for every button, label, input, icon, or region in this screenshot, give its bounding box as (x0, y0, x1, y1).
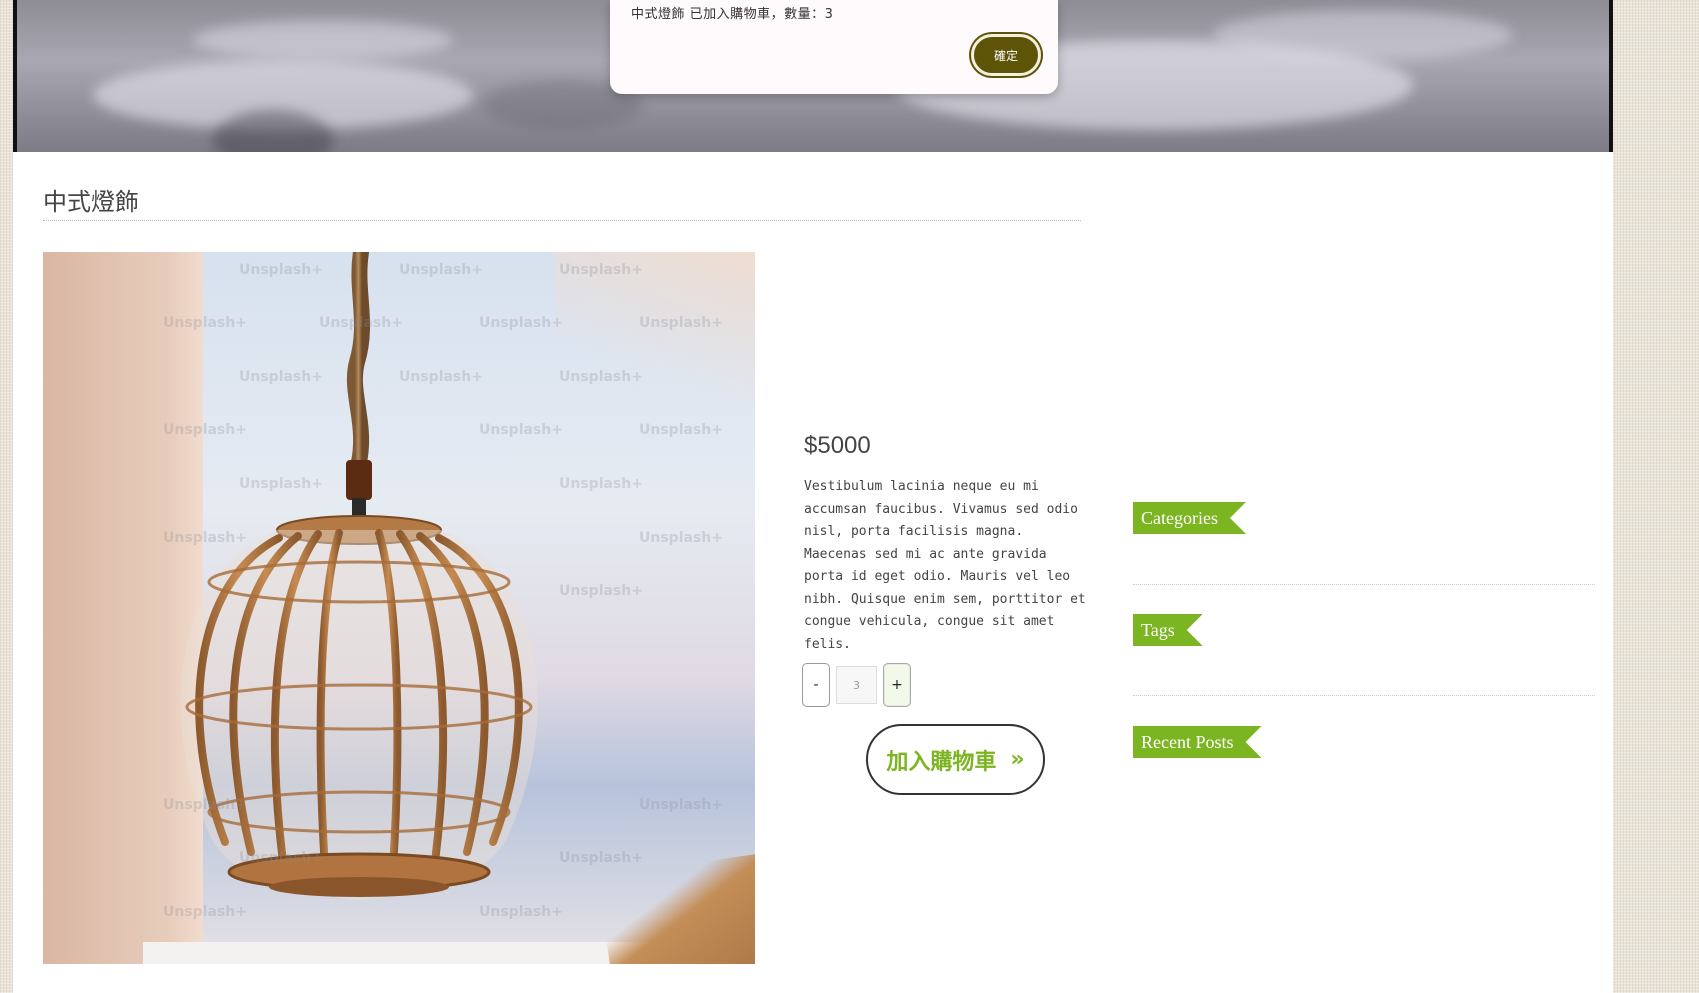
quantity-input[interactable] (836, 666, 877, 704)
quantity-increase-button[interactable]: + (883, 663, 911, 707)
add-to-cart-button[interactable]: 加入購物車 » (866, 724, 1045, 795)
added-to-cart-dialog: 中式燈飾 已加入購物車，數量：3 確定 (610, 0, 1058, 94)
title-divider (43, 220, 1081, 221)
double-chevron-right-icon: » (1010, 747, 1025, 772)
sidebar-recent-posts-heading: Recent Posts (1133, 726, 1262, 758)
page: 中式燈飾 Unsplash+ Unsplash+ Unsplash+ Unspl… (13, 0, 1613, 993)
add-to-cart-label: 加入購物車 (886, 749, 997, 775)
sidebar-divider (1133, 584, 1595, 585)
quantity-decrease-button[interactable]: - (802, 663, 830, 707)
sidebar-tags-heading: Tags (1133, 614, 1203, 646)
sidebar-categories-heading: Categories (1133, 502, 1246, 534)
product-description: Vestibulum lacinia neque eu mi accumsan … (804, 479, 1086, 652)
quantity-stepper: - + (802, 662, 911, 708)
product-image: Unsplash+ Unsplash+ Unsplash+ Unsplash+ … (43, 252, 755, 964)
lantern-illustration (180, 252, 538, 900)
dialog-message: 中式燈飾 已加入購物車，數量：3 (631, 7, 834, 22)
product-title: 中式燈飾 (43, 188, 139, 216)
product-price: $5000 (804, 432, 871, 459)
dialog-ok-button[interactable]: 確定 (971, 34, 1041, 76)
sidebar-divider (1133, 695, 1595, 696)
